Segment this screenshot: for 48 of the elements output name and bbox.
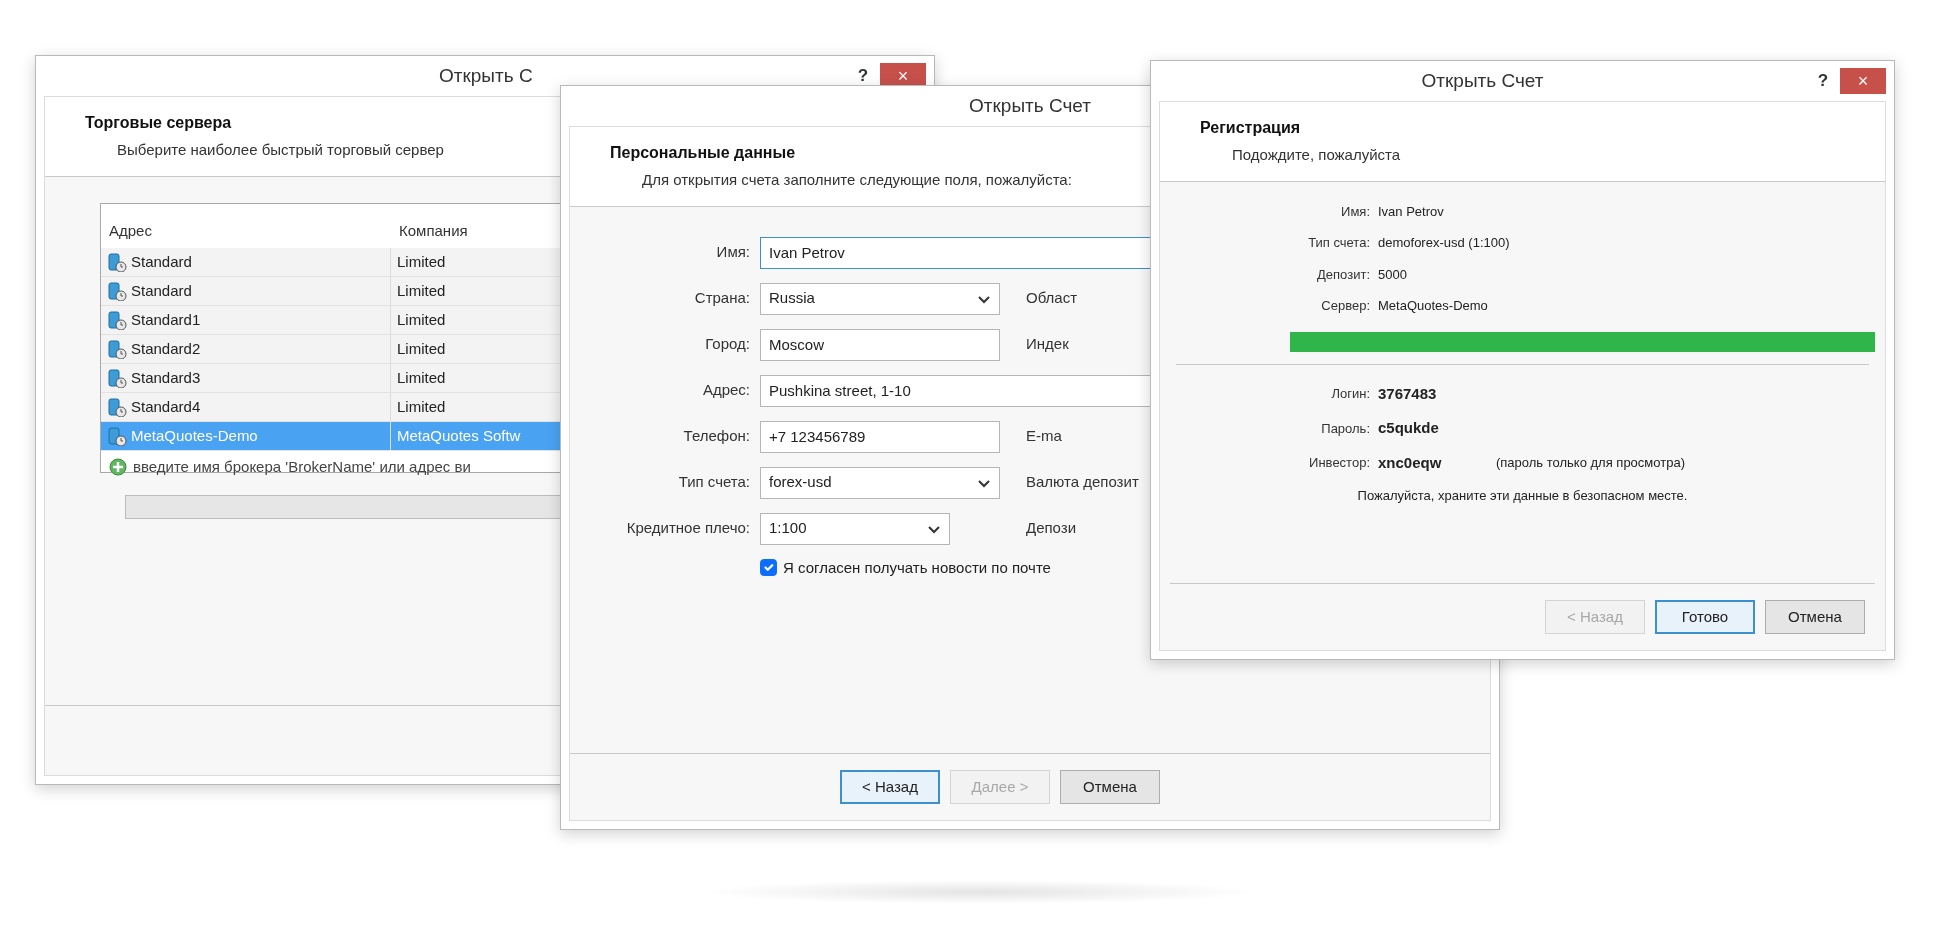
info-message: Пожалуйста, храните эти данные в безопасном месте. bbox=[1356, 487, 1689, 505]
field-label: Пароль: bbox=[1320, 419, 1370, 438]
section-heading: Регистрация bbox=[1200, 118, 1301, 138]
field-label: E-ma bbox=[1025, 426, 1063, 447]
window-title: Открыть Счет bbox=[1421, 68, 1544, 93]
section-subheading: Выберите наиболее быстрый торговый сервер bbox=[117, 140, 444, 160]
window-title: Открыть С bbox=[439, 63, 533, 88]
table-cell-text: Standard2 bbox=[131, 338, 201, 359]
field-label: Сервер: bbox=[1320, 297, 1370, 315]
field-label: Инвестор: bbox=[1308, 454, 1370, 472]
table-cell-text: Limited bbox=[396, 251, 446, 272]
table-cell-text: MetaQuotes-Demo bbox=[131, 425, 258, 446]
table-cell-text: Limited bbox=[396, 280, 446, 301]
field-label: Валюта депозит bbox=[1025, 472, 1140, 493]
section-heading: Персональные данные bbox=[610, 143, 796, 163]
field-label: Тип счета: bbox=[677, 472, 750, 493]
table-cell-text: Standard3 bbox=[131, 367, 201, 388]
section-heading: Торговые сервера bbox=[85, 113, 232, 133]
table-cell-text: Standard1 bbox=[131, 309, 201, 330]
field-label: Страна: bbox=[693, 288, 750, 309]
table-cell-text: Standard4 bbox=[131, 396, 201, 417]
section-subheading: Подождите, пожалуйста bbox=[1232, 145, 1401, 165]
field-label: Кредитное плечо: bbox=[625, 518, 750, 539]
table-cell-text: Limited bbox=[396, 367, 446, 388]
field-note: (пароль только для просмотра) bbox=[1496, 454, 1686, 472]
table-cell-text: Limited bbox=[396, 309, 446, 330]
field-value: Ivan Petrov bbox=[1378, 202, 1445, 221]
field-label: Телефон: bbox=[682, 426, 750, 447]
field-value: 5000 bbox=[1378, 265, 1408, 284]
field-label: Город: bbox=[704, 334, 750, 355]
table-cell-text: Standard bbox=[131, 280, 192, 301]
table-cell-text: MetaQuotes Softw bbox=[396, 425, 521, 446]
field-value: c5qukde bbox=[1378, 418, 1440, 438]
field-value: MetaQuotes-Demo bbox=[1378, 297, 1489, 315]
field-label: Логин: bbox=[1330, 385, 1370, 403]
field-value: 3767483 bbox=[1378, 383, 1438, 404]
field-value: xnc0eqw bbox=[1378, 452, 1443, 473]
field-label: Тип счета: bbox=[1307, 234, 1370, 252]
section-subheading: Для открытия счета заполните следующие поля, пожалуйста: bbox=[642, 170, 1072, 190]
field-label: Индек bbox=[1025, 334, 1070, 355]
field-value: demoforex-usd (1:100) bbox=[1378, 234, 1511, 252]
field-label: Имя: bbox=[1340, 202, 1370, 221]
window-title: Открыть Счет bbox=[969, 93, 1091, 118]
field-label: Депози bbox=[1025, 518, 1078, 539]
table-cell-text: Limited bbox=[396, 338, 446, 359]
field-label: Област bbox=[1025, 288, 1079, 309]
table-cell-text: Standard bbox=[131, 251, 192, 272]
table-cell-text: Limited bbox=[396, 396, 446, 417]
